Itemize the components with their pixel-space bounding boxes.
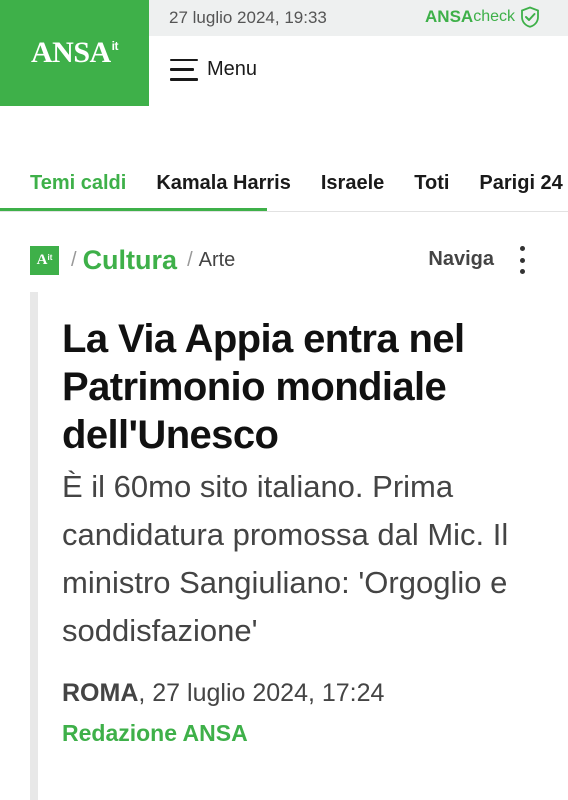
shield-check-icon — [521, 6, 539, 28]
breadcrumb-subsection[interactable]: Arte — [199, 249, 236, 272]
ansa-check-link[interactable]: ANSA check — [425, 6, 540, 28]
check-word: check — [473, 8, 515, 25]
article-dateline: ROMA, 27 luglio 2024, 17:24 — [62, 679, 552, 708]
menu-label: Menu — [207, 58, 258, 80]
logo-suffix: it — [111, 39, 119, 53]
ansa-mini-logo[interactable]: Ait — [30, 245, 59, 275]
topic-parigi-24[interactable]: Parigi 24 — [479, 172, 562, 195]
navigate-button[interactable]: Naviga — [428, 248, 494, 271]
hot-topics-bar[interactable]: Temi caldi Kamala Harris Israele Toti Pa… — [0, 160, 568, 212]
topic-kamala-harris[interactable]: Kamala Harris — [156, 172, 291, 195]
logo-wordmark: ANSA it — [30, 36, 119, 70]
logo-text: ANSA — [30, 36, 111, 69]
topic-israele[interactable]: Israele — [321, 172, 384, 195]
dateline-date: , 27 luglio 2024, 17:24 — [138, 679, 385, 707]
topics-scroll-indicator — [0, 208, 267, 211]
article-author[interactable]: Redazione ANSA — [62, 720, 552, 747]
breadcrumb-separator: / — [187, 248, 193, 271]
article-title: La Via Appia entra nel Patrimonio mondia… — [62, 317, 465, 457]
ansa-logo[interactable]: ANSA it — [0, 0, 149, 106]
breadcrumb: Ait / Cultura / Arte Naviga — [30, 243, 568, 277]
menu-button[interactable]: Menu — [170, 58, 257, 81]
mini-logo-suffix: it — [47, 252, 53, 262]
breadcrumb-separator: / — [71, 248, 77, 271]
top-bar: 27 luglio 2024, 19:33 ANSA check — [149, 0, 568, 36]
check-brand: ANSA — [425, 7, 474, 26]
topic-list: Temi caldi Kamala Harris Israele Toti Pa… — [0, 160, 568, 206]
kebab-menu-icon[interactable] — [516, 246, 528, 274]
site-header: ANSA it 27 luglio 2024, 19:33 ANSA check … — [0, 0, 568, 106]
current-datetime: 27 luglio 2024, 19:33 — [169, 8, 327, 27]
breadcrumb-section[interactable]: Cultura — [83, 245, 178, 276]
article-left-rule — [30, 292, 38, 800]
mini-logo-letter: A — [36, 251, 48, 268]
article-subtitle: È il 60mo sito italiano. Prima candidatu… — [62, 469, 509, 648]
article-header: La Via Appia entra nel Patrimonio mondia… — [62, 315, 552, 747]
dateline-place: ROMA — [62, 679, 139, 707]
topic-toti[interactable]: Toti — [414, 172, 449, 195]
hamburger-icon — [170, 58, 198, 81]
topic-temi-caldi[interactable]: Temi caldi — [30, 172, 126, 195]
